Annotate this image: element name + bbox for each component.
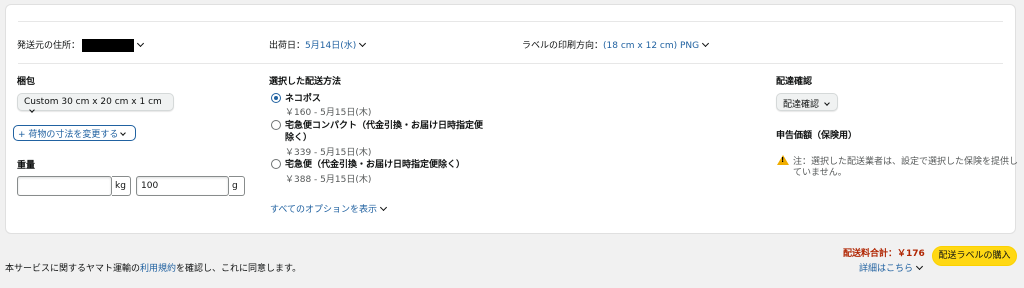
terms-text: 本サービスに関するヤマト運輸の利用規約を確認し、これに同意します。	[5, 261, 301, 274]
shipping-option-name[interactable]: 宅急便コンパクト（代金引換・お届け日時指定便	[285, 118, 483, 131]
change-dimensions-button[interactable]: + 荷物の寸法を変更する	[13, 125, 136, 141]
shipping-option-name-cont[interactable]: 除く）	[285, 130, 312, 143]
all-options-label: すべてのオプションを表示	[270, 205, 378, 215]
package-heading: 梱包	[17, 77, 36, 87]
shipping-option-name[interactable]: ネコポス	[285, 91, 321, 104]
label-orientation[interactable]: ラベルの印刷方向：(18 cm x 12 cm) PNG	[522, 38, 710, 51]
ship-date-value[interactable]: 5月14日(水)	[305, 41, 356, 51]
weight-heading: 重量	[17, 161, 36, 171]
package-selected: Custom 30 cm x 20 cm x 1 cm	[24, 97, 162, 107]
kg-unit: kg	[112, 176, 131, 196]
chevron-down-icon	[120, 130, 127, 136]
shipping-radio-compact[interactable]	[271, 120, 281, 130]
declared-value-heading: 申告価額（保険用）	[776, 131, 858, 141]
details-label: 詳細はこちら	[859, 264, 914, 274]
terms-prefix: 本サービスに関するヤマト運輸の	[5, 264, 141, 274]
shipping-option-name[interactable]: 宅急便（代金引換・お届け日時指定便除く）	[285, 157, 465, 170]
weight-g-input[interactable]	[136, 176, 229, 196]
origin-label: 発送元の住所：	[17, 41, 81, 51]
origin-address[interactable]: 発送元の住所：	[17, 38, 145, 52]
shipping-option-price: ￥388 - 5月15日(木)	[285, 175, 372, 185]
chevron-down-icon	[379, 203, 388, 212]
shipping-option-price: ￥160 - 5月15日(木)	[285, 108, 372, 118]
label-orientation-value[interactable]: (18 cm x 12 cm) PNG	[603, 41, 699, 51]
label-orientation-label: ラベルの印刷方向：	[522, 41, 604, 51]
terms-link[interactable]: 利用規約	[140, 264, 176, 274]
chevron-down-icon	[915, 262, 924, 271]
confirmation-heading: 配達確認	[776, 77, 813, 87]
shipping-radio-takkyubin[interactable]	[271, 159, 281, 169]
chevron-down-icon[interactable]	[702, 39, 710, 48]
terms-suffix: を確認し、これに同意します。	[176, 264, 302, 274]
change-dimensions-label: + 荷物の寸法を変更する	[18, 130, 119, 140]
buy-label-button[interactable]: 配送ラベルの購入	[932, 246, 1017, 266]
redacted-address	[82, 39, 135, 52]
confirmation-selected: 配達確認	[783, 100, 820, 110]
all-options-link[interactable]: すべてのオプションを表示	[270, 202, 388, 215]
chevron-down-icon	[29, 107, 35, 113]
confirmation-select[interactable]: 配達確認	[776, 93, 838, 111]
shipping-heading: 選択した配送方法	[269, 77, 342, 87]
package-select[interactable]: Custom 30 cm x 20 cm x 1 cm	[17, 93, 174, 113]
shipping-total: 配送料合計：￥176	[843, 249, 925, 259]
top-divider	[18, 21, 1003, 22]
chevron-down-icon[interactable]	[136, 39, 145, 48]
chevron-down-icon[interactable]	[359, 39, 367, 48]
header-divider	[18, 63, 1003, 64]
weight-kg-input[interactable]	[17, 176, 112, 196]
g-unit: g	[229, 176, 245, 196]
insurance-note-line2: ていません。	[793, 168, 847, 178]
shipping-card	[5, 4, 1016, 234]
warning-icon: !	[777, 155, 789, 165]
shipping-radio-nekopos[interactable]	[271, 93, 281, 103]
ship-date-label: 出荷日：	[269, 41, 306, 51]
ship-date[interactable]: 出荷日：5月14日(水)	[269, 38, 367, 51]
chevron-down-icon	[824, 100, 830, 106]
details-link[interactable]: 詳細はこちら	[859, 261, 924, 274]
